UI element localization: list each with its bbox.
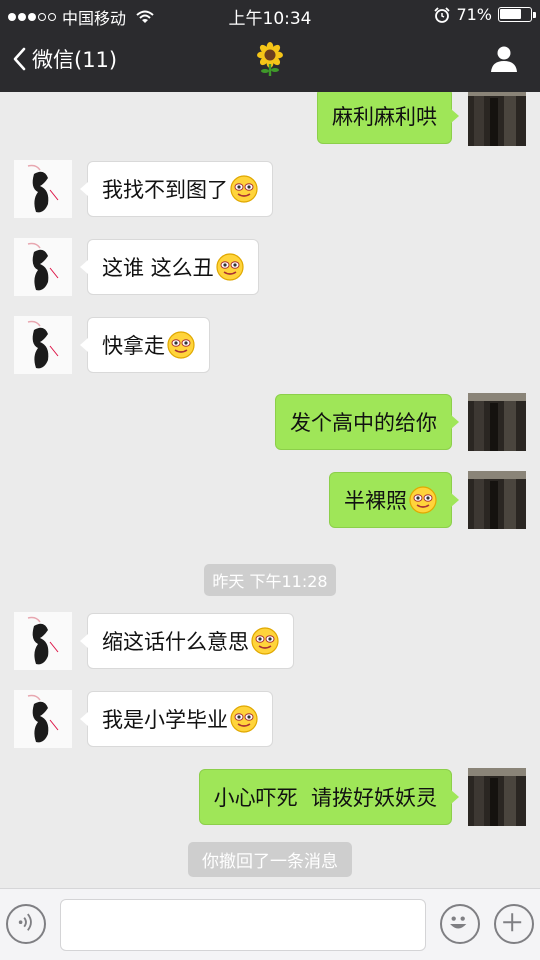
received-message-bubble[interactable]: 我找不到图了 xyxy=(80,161,273,217)
back-button[interactable]: 微信(11) xyxy=(12,44,117,74)
message-row: 半裸照 xyxy=(0,471,540,531)
smirk-emoji-icon xyxy=(216,253,244,281)
smirk-emoji-icon xyxy=(230,175,258,203)
sent-message-bubble[interactable]: 麻利麻利哄 xyxy=(317,92,459,144)
message-row: 缩这话什么意思 xyxy=(0,612,540,672)
message-text: 我是小学毕业 xyxy=(102,708,228,732)
recall-notice: 你撤回了一条消息 xyxy=(0,842,540,877)
message-row: 我找不到图了 xyxy=(0,160,540,220)
message-text: 快拿走 xyxy=(102,334,165,358)
my-avatar[interactable] xyxy=(468,393,526,451)
received-message-bubble[interactable]: 快拿走 xyxy=(80,317,210,373)
sent-message-bubble[interactable]: 半裸照 xyxy=(329,472,459,528)
smirk-emoji-icon xyxy=(409,486,437,514)
message-text: 我找不到图了 xyxy=(102,178,228,202)
my-avatar[interactable] xyxy=(468,92,526,146)
message-row: 我是小学毕业 xyxy=(0,690,540,750)
plus-icon xyxy=(503,913,522,932)
message-row: 麻利麻利哄 xyxy=(0,92,540,148)
user-icon[interactable] xyxy=(490,45,518,73)
battery-percent: 71% xyxy=(456,5,492,24)
contact-avatar[interactable] xyxy=(14,160,72,218)
smirk-emoji-icon xyxy=(251,627,279,655)
battery-level xyxy=(500,9,521,19)
alarm-clock-icon xyxy=(434,6,451,23)
message-text: 小心吓死 请拨好妖妖灵 xyxy=(213,786,437,810)
message-text: 这谁 这么丑 xyxy=(102,256,214,280)
sent-message-bubble[interactable]: 小心吓死 请拨好妖妖灵 xyxy=(198,769,460,825)
voice-input-button[interactable] xyxy=(6,904,46,944)
more-options-button[interactable] xyxy=(494,904,534,944)
message-row: 小心吓死 请拨好妖妖灵 xyxy=(0,768,540,828)
input-bar xyxy=(0,888,540,960)
back-label: 微信(11) xyxy=(32,48,118,72)
timestamp-divider: 昨天 下午11:28 xyxy=(0,564,540,596)
chat-message-list[interactable]: 麻利麻利哄 我找不到图了 这谁 这么丑 快拿走 发个高中的给你 半裸照 昨天 下… xyxy=(0,92,540,888)
message-row: 这谁 这么丑 xyxy=(0,238,540,298)
contact-avatar[interactable] xyxy=(14,316,72,374)
received-message-bubble[interactable]: 缩这话什么意思 xyxy=(80,613,294,669)
my-avatar[interactable] xyxy=(468,471,526,529)
message-input[interactable] xyxy=(60,899,426,951)
battery-icon xyxy=(498,7,536,22)
message-text: 半裸照 xyxy=(344,489,407,513)
my-avatar[interactable] xyxy=(468,768,526,826)
chevron-left-icon xyxy=(13,47,26,71)
contact-avatar[interactable] xyxy=(14,612,72,670)
emoji-button[interactable] xyxy=(440,904,480,944)
message-row: 发个高中的给你 xyxy=(0,393,540,453)
message-text: 麻利麻利哄 xyxy=(332,105,437,129)
received-message-bubble[interactable]: 我是小学毕业 xyxy=(80,691,273,747)
message-row: 快拿走 xyxy=(0,316,540,376)
status-bar: 中国移动 上午10:34 71% xyxy=(0,0,540,30)
voice-icon xyxy=(18,913,32,931)
contact-avatar[interactable] xyxy=(14,238,72,296)
contact-avatar[interactable] xyxy=(14,690,72,748)
sunflower-icon xyxy=(257,42,283,76)
timestamp-text: 昨天 下午11:28 xyxy=(204,564,336,596)
smirk-emoji-icon xyxy=(167,331,195,359)
status-right: 71% xyxy=(434,5,536,24)
sent-message-bubble[interactable]: 发个高中的给你 xyxy=(275,394,459,450)
smirk-emoji-icon xyxy=(230,705,258,733)
message-text: 发个高中的给你 xyxy=(290,411,437,435)
recall-notice-text: 你撤回了一条消息 xyxy=(188,842,352,877)
received-message-bubble[interactable]: 这谁 这么丑 xyxy=(80,239,259,295)
header: 中国移动 上午10:34 71% 微信(11) xyxy=(0,0,540,92)
navigation-bar: 微信(11) xyxy=(0,30,540,92)
emoji-icon xyxy=(450,916,467,929)
message-text: 缩这话什么意思 xyxy=(102,630,249,654)
